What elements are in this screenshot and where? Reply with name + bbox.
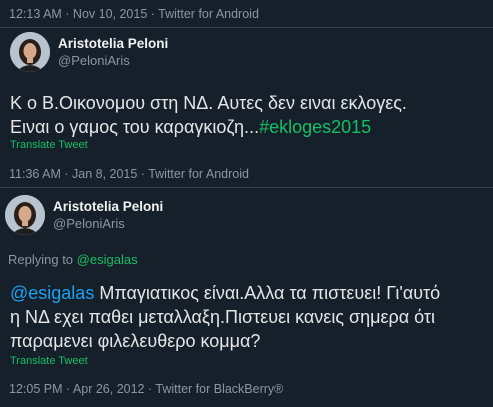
hashtag-link[interactable]: #ekloges2015 xyxy=(259,117,371,137)
tweet1-text-line1: Κ ο Β.Οικονομου στη ΝΔ. Αυτες δεν ειναι … xyxy=(10,93,407,113)
tweet1-author[interactable]: Aristotelia Peloni @PeloniAris xyxy=(10,32,168,72)
tweet1-text-line2-prefix: Ειναι ο γαμος του καραγκιοζη... xyxy=(10,117,260,137)
profile-photo-icon xyxy=(5,195,45,235)
tweet1-timestamp[interactable]: 11:36 AM · Jan 8, 2015 · Twitter for And… xyxy=(9,167,249,181)
avatar[interactable] xyxy=(10,32,50,72)
tweet2-text-line1: @esigalas Μπαγιατικος είναι.Αλλα τα πιστ… xyxy=(10,281,488,305)
top-tweet-timestamp[interactable]: 12:13 AM · Nov 10, 2015 · Twitter for An… xyxy=(9,7,259,21)
tweet-thread-page: 12:13 AM · Nov 10, 2015 · Twitter for An… xyxy=(0,0,493,407)
tweet2-text-line2: η ΝΔ εχει παθει μεταλλαξη.Πιστευει κανει… xyxy=(10,307,436,327)
tweet2-text-line3: παραμενει φιλελευθερο κομμα? xyxy=(10,331,261,351)
divider xyxy=(0,187,493,188)
tweet1-text: Κ ο Β.Οικονομου στη ΝΔ. Αυτες δεν ειναι … xyxy=(10,91,488,139)
tweet1-text-line2: Ειναι ο γαμος του καραγκιοζη...#ekloges2… xyxy=(10,115,488,139)
tweet2-timestamp[interactable]: 12:05 PM · Apr 26, 2012 · Twitter for Bl… xyxy=(9,382,283,396)
mention-link[interactable]: @esigalas xyxy=(10,283,94,303)
replying-to-link[interactable]: @esigalas xyxy=(77,252,138,267)
replying-to: Replying to @esigalas xyxy=(8,252,138,267)
author-handle[interactable]: @PeloniAris xyxy=(58,52,168,69)
author-handle[interactable]: @PeloniAris xyxy=(53,215,163,232)
replying-prefix: Replying to xyxy=(8,252,74,267)
avatar[interactable] xyxy=(5,195,45,235)
author-display-name[interactable]: Aristotelia Peloni xyxy=(58,35,168,52)
translate-tweet-link[interactable]: Translate Tweet xyxy=(10,139,88,151)
tweet2-text: @esigalas Μπαγιατικος είναι.Αλλα τα πιστ… xyxy=(10,281,488,353)
translate-tweet-link[interactable]: Translate Tweet xyxy=(10,355,88,367)
divider xyxy=(0,27,493,28)
author-display-name[interactable]: Aristotelia Peloni xyxy=(53,198,163,215)
profile-photo-icon xyxy=(10,32,50,72)
tweet2-author[interactable]: Aristotelia Peloni @PeloniAris xyxy=(5,195,163,235)
tweet2-text-line1-rest: Μπαγιατικος είναι.Αλλα τα πιστευει! Γι'α… xyxy=(94,283,441,303)
